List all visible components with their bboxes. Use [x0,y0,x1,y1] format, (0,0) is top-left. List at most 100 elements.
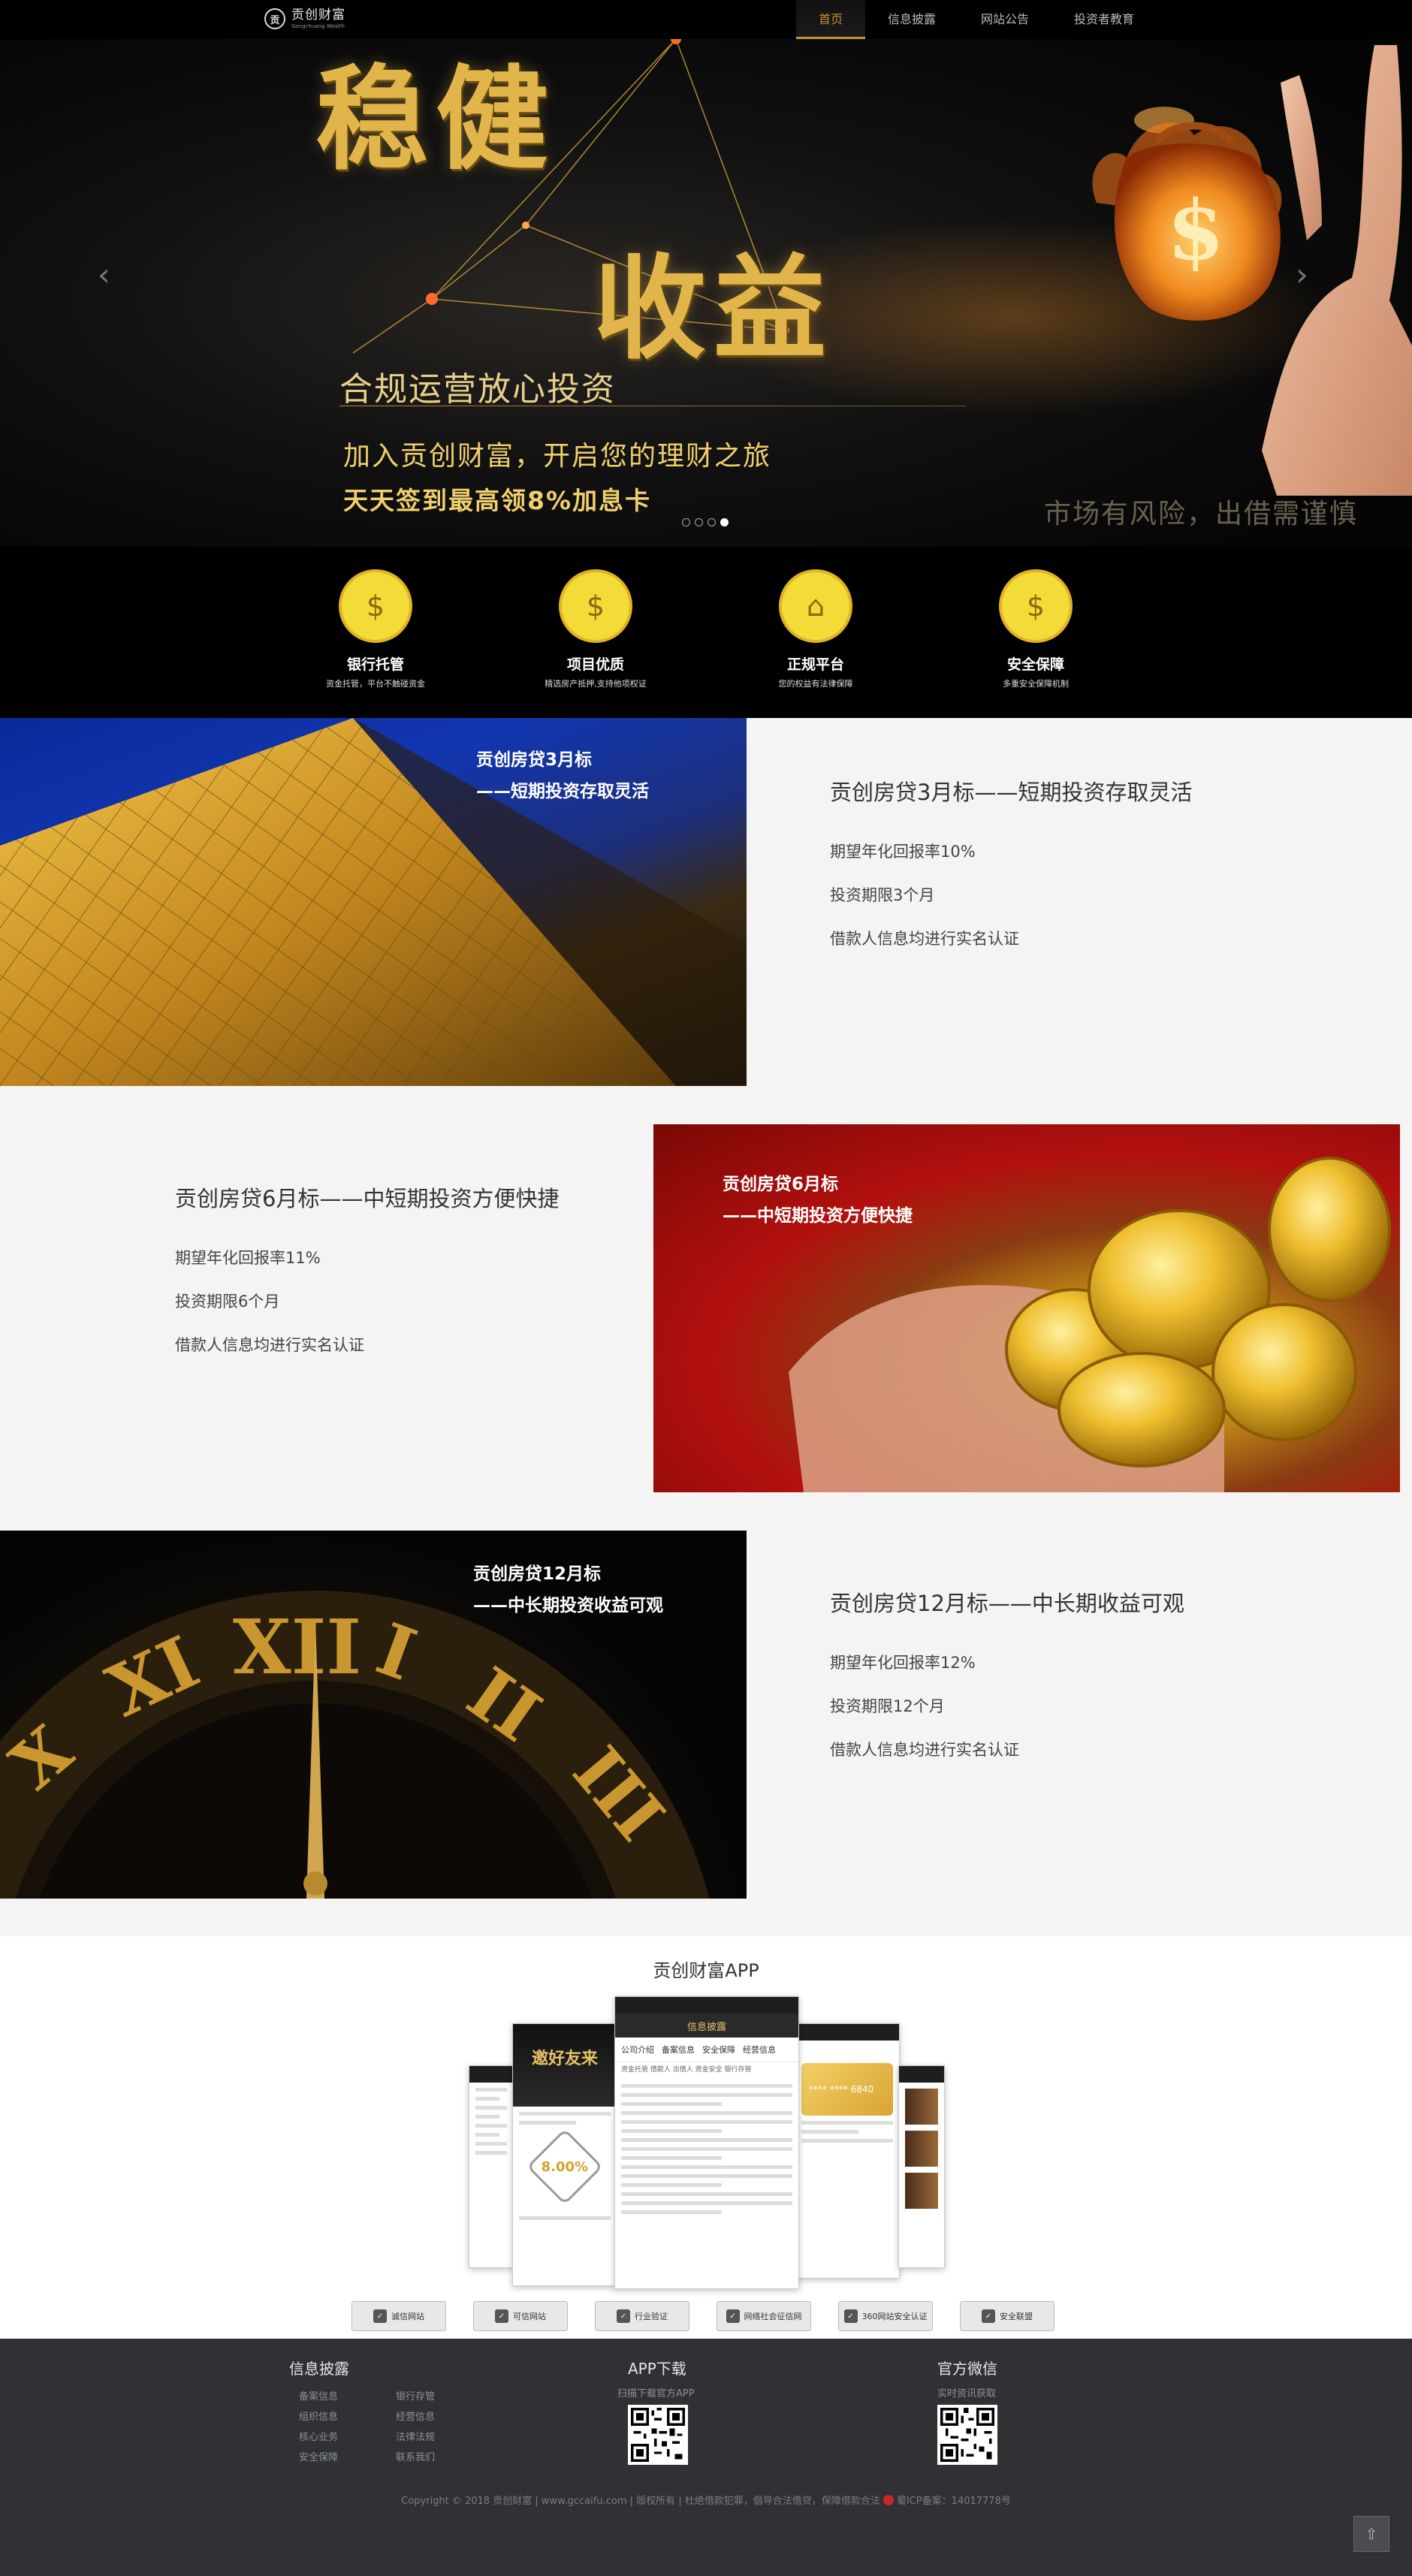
risk-notice: 市场有风险，出借需谨慎 [1044,499,1359,529]
app-screenshot-4: **** **** 6840 [795,2023,900,2279]
app-screen-text: 资金托管 借款人 出借人 资金安全 银行存管 [621,2066,752,2074]
app-invite-poster: 邀好友来 [513,2024,617,2107]
product-term: 投资期限12个月 [830,1697,945,1715]
product-title[interactable]: 贡创房贷6月标——中短期投资方便快捷 [175,1181,559,1213]
trust-badge[interactable]: ✓ 安全联盟 [960,2301,1054,2331]
svg-text:$: $ [1167,182,1225,279]
hero-banner: 稳健 收益 $ 合规运营放心投资 加入贡创财富，开启您的理财之旅 天天签到最高领… [0,0,1412,547]
carousel-dot[interactable] [708,518,716,526]
feature-quality-project: $ 项目优质 精选房产抵押,支持他项权证 [520,569,671,689]
footer-link[interactable]: 安全保障 [299,2449,338,2463]
app-screen-tabs: 公司介绍 备案信息 安全保障 经营信息 [615,2038,798,2062]
icp-record[interactable]: 蜀ICP备案：14017778号 [897,2496,1011,2507]
chevron-right-icon[interactable]: › [1296,259,1308,291]
carousel-dot-active[interactable] [720,518,729,526]
footer-col-subtitle: 实时资讯获取 [937,2388,997,2400]
footer-col-title: 官方微信 [937,2360,997,2378]
product-caption-sub: ——中短期投资方便快捷 [723,1206,913,1226]
product-rate: 期望年化回报率12% [830,1654,976,1672]
product-image-12month[interactable]: X XI XII I II III 贡创房贷12月标 ——中长期投资收益可观 [0,1531,747,1899]
footer-link[interactable]: 银行存管 [396,2388,435,2403]
product-verify: 借款人信息均进行实名认证 [830,930,1019,948]
trust-badge[interactable]: ✓ 360网站安全认证 [838,2301,933,2331]
app-rate-badge: 8.00% [526,2128,603,2205]
product-verify: 借款人信息均进行实名认证 [830,1741,1019,1759]
security-shield-icon: $ [999,569,1073,643]
footer-link[interactable]: 备案信息 [299,2388,338,2403]
feature-title: 项目优质 [566,656,624,673]
logo-subtext: Gongchuang Wealth [291,23,345,29]
product-info-6month: 贡创房贷6月标——中短期投资方便快捷 期望年化回报率11% 投资期限6个月 借款… [175,1181,559,1356]
hand-money-bag-illustration: $ [1092,45,1412,496]
app-screenshot-3: 信息披露 公司介绍 备案信息 安全保障 经营信息 资金托管 借款人 出借人 资金安全 … [614,1996,799,2289]
quality-project-icon: $ [559,569,632,643]
footer-link[interactable]: 核心业务 [299,2429,338,2443]
product-caption-title: 贡创房贷6月标 [723,1175,839,1194]
banner-promo: 天天签到最高领8%加息卡 [343,486,652,515]
product-info-3month: 贡创房贷3月标——短期投资存取灵活 期望年化回报率10% 投资期限3个月 借款人… [830,775,1192,949]
site-footer: 信息披露 备案信息 银行存管 组织信息 经营信息 核心业务 法律法规 安全保障 … [0,2339,1412,2576]
certificate-icon: ✓ [726,2309,740,2323]
certificate-icon: ✓ [982,2309,995,2323]
chevron-left-icon[interactable]: ‹ [98,259,110,291]
compliant-platform-icon: ⌂ [779,569,852,643]
footer-link[interactable]: 经营信息 [396,2409,435,2423]
copyright-line: Copyright © 2018 贡创财富 | www.gccaifu.com … [401,2495,1011,2507]
app-showcase: 贡创财富APP 邀好友来 8.00% **** **** 6840 信息披露 公… [0,1936,1412,2339]
golden-pyramid-illustration [0,718,747,1086]
carousel-dot[interactable] [695,518,703,526]
product-caption-title: 贡创房贷3月标 [476,750,593,770]
top-navbar: 贡 贡创财富 Gongchuang Wealth 首页 信息披露 网站公告 投资… [0,0,1412,39]
logo-icon: 贡 [264,8,285,29]
footer-link[interactable]: 联系我们 [396,2449,435,2463]
certificate-icon: ✓ [495,2309,508,2323]
feature-strip: $ 银行托管 资金托管，平台不触碰资金 $ 项目优质 精选房产抵押,支持他项权证… [0,547,1412,718]
clock-face-illustration: X XI XII I II III [0,1591,709,1899]
trust-badge[interactable]: ✓ 诚信网站 [351,2301,446,2331]
svg-text:XII: XII [233,1603,361,1691]
footer-link[interactable]: 组织信息 [299,2409,338,2423]
app-screenshot-5 [898,2065,945,2268]
carousel-dot[interactable] [682,518,690,526]
nav-info-disclosure[interactable]: 信息披露 [865,0,958,39]
nav-investor-education[interactable]: 投资者教育 [1051,0,1157,39]
product-image-3month[interactable]: 贡创房贷3月标 ——短期投资存取灵活 [0,718,747,1086]
product-title[interactable]: 贡创房贷3月标——短期投资存取灵活 [830,775,1192,807]
wechat-qr-code[interactable] [937,2405,997,2465]
footer-link[interactable]: 法律法规 [396,2429,435,2443]
product-image-6month[interactable]: 贡创房贷6月标 ——中短期投资方便快捷 [653,1124,1400,1492]
nav-home[interactable]: 首页 [796,0,866,39]
product-verify: 借款人信息均进行实名认证 [175,1336,364,1354]
site-logo[interactable]: 贡 贡创财富 Gongchuang Wealth [264,6,355,32]
feature-title: 银行托管 [346,656,404,673]
product-rate: 期望年化回报率10% [830,843,976,861]
app-download-qr-code[interactable] [628,2405,688,2465]
banner-calligraphy-2: 收益 [593,243,834,375]
feature-compliant-platform: ⌂ 正规平台 您的权益有法律保障 [741,569,891,689]
feature-desc: 精选房产抵押,支持他项权证 [545,679,647,689]
app-screenshot-1 [469,2065,514,2268]
product-info-12month: 贡创房贷12月标——中长期收益可观 期望年化回报率12% 投资期限12个月 借款… [830,1586,1184,1760]
certificate-icon: ✓ [373,2309,387,2323]
banner-tagline: 加入贡创财富，开启您的理财之旅 [343,441,772,472]
app-screenshot-2: 邀好友来 8.00% [512,2023,617,2286]
feature-desc: 您的权益有法律保障 [778,679,853,689]
banner-calligraphy-1: 稳健 [315,53,557,186]
app-section-title: 贡创财富APP [653,1960,759,1981]
trust-badge[interactable]: ✓ 网络社会征信网 [717,2301,811,2331]
feature-security: $ 安全保障 多重安全保障机制 [961,569,1111,689]
product-title[interactable]: 贡创房贷12月标——中长期收益可观 [830,1586,1184,1618]
main-nav: 首页 信息披露 网站公告 投资者教育 [796,0,1157,39]
nav-announcements[interactable]: 网站公告 [958,0,1051,39]
certificate-icon: ✓ [843,2309,858,2323]
back-to-top-button[interactable]: ⇧ [1353,2516,1389,2552]
logo-text: 贡创财富 [291,7,345,23]
footer-col-title: APP下载 [628,2360,686,2378]
footer-col-title: 信息披露 [289,2360,349,2378]
product-rate: 期望年化回报率11% [175,1249,321,1267]
banner-subtitle: 合规运营放心投资 [339,370,616,409]
trust-badge[interactable]: ✓ 行业验证 [595,2301,689,2331]
trust-badge[interactable]: ✓ 可信网站 [473,2301,568,2331]
product-term: 投资期限3个月 [830,886,935,904]
feature-desc: 多重安全保障机制 [1003,679,1069,689]
